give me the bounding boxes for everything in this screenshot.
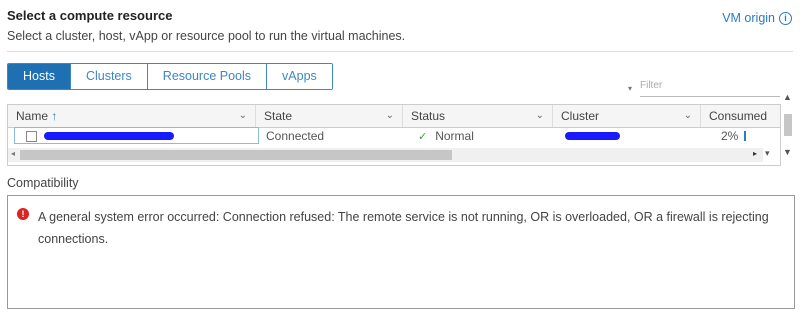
column-header-cluster[interactable]: Cluster ⌄ [553, 105, 701, 127]
compatibility-panel: ! A general system error occurred: Conne… [7, 195, 795, 309]
sort-ascending-icon[interactable]: ↑ [51, 109, 57, 123]
column-cluster-label: Cluster [561, 109, 600, 123]
compatibility-label: Compatibility [7, 176, 79, 190]
scroll-up-icon[interactable]: ▲ [783, 92, 792, 102]
column-consumed-label: Consumed [709, 109, 768, 123]
horizontal-scrollbar[interactable]: ◂ ▸ [8, 148, 763, 162]
chevron-down-icon[interactable]: ⌄ [239, 105, 247, 127]
scroll-down-icon[interactable]: ▼ [783, 147, 792, 157]
table-row[interactable]: Connected ✓ Normal 2% [8, 127, 780, 145]
filter-input[interactable]: Filter [640, 80, 780, 97]
column-header-name[interactable]: Name ↑ ⌄ [8, 105, 256, 127]
page-title: Select a compute resource [7, 8, 173, 23]
resource-type-tabs: Hosts Clusters Resource Pools vApps [7, 63, 333, 90]
horizontal-scroll-thumb[interactable] [20, 150, 452, 160]
vm-origin-label: VM origin [722, 11, 775, 25]
scroll-left-icon[interactable]: ◂ [11, 149, 15, 158]
vertical-scroll-thumb[interactable] [784, 114, 792, 136]
row-consumed: 2% [721, 129, 739, 143]
tab-resource-pools[interactable]: Resource Pools [146, 64, 267, 89]
row-status-cell: ✓ Normal [418, 128, 474, 145]
page-subtitle: Select a cluster, host, vApp or resource… [7, 29, 406, 43]
tab-hosts[interactable]: Hosts [8, 64, 70, 89]
scroll-right-icon[interactable]: ▸ [753, 149, 757, 158]
vm-origin-link[interactable]: VM origin i [722, 11, 792, 25]
redacted-cluster-name [565, 132, 620, 140]
page-down-icon[interactable]: ▾ [765, 148, 770, 159]
redacted-host-name [44, 132, 174, 140]
chevron-down-icon[interactable]: ⌄ [684, 105, 692, 127]
vertical-scrollbar[interactable]: ▲ ▼ [781, 92, 795, 164]
error-icon: ! [17, 208, 29, 220]
tab-vapps[interactable]: vApps [266, 64, 332, 89]
column-header-consumed[interactable]: Consumed [701, 105, 780, 127]
row-consumed-cell: 2% [721, 128, 747, 144]
filter-caret-icon[interactable]: ▾ [628, 84, 632, 93]
grid-header: Name ↑ ⌄ State ⌄ Status ⌄ Cluster ⌄ Cons… [8, 105, 780, 128]
column-state-label: State [264, 109, 293, 123]
check-icon: ✓ [418, 131, 428, 143]
compatibility-error-message: A general system error occurred: Connect… [38, 210, 769, 246]
column-header-status[interactable]: Status ⌄ [403, 105, 553, 127]
column-name-label: Name [16, 109, 49, 123]
hosts-grid: Name ↑ ⌄ State ⌄ Status ⌄ Cluster ⌄ Cons… [7, 104, 781, 166]
usage-bar-icon [744, 131, 747, 141]
header-divider [7, 51, 793, 52]
row-checkbox[interactable] [26, 131, 37, 142]
tab-clusters[interactable]: Clusters [69, 64, 147, 89]
chevron-down-icon[interactable]: ⌄ [536, 105, 544, 127]
column-status-label: Status [411, 109, 446, 123]
chevron-down-icon[interactable]: ⌄ [386, 105, 394, 127]
row-status: Normal [435, 129, 474, 143]
row-state: Connected [266, 129, 325, 143]
column-header-state[interactable]: State ⌄ [256, 105, 403, 127]
info-icon[interactable]: i [779, 11, 792, 25]
